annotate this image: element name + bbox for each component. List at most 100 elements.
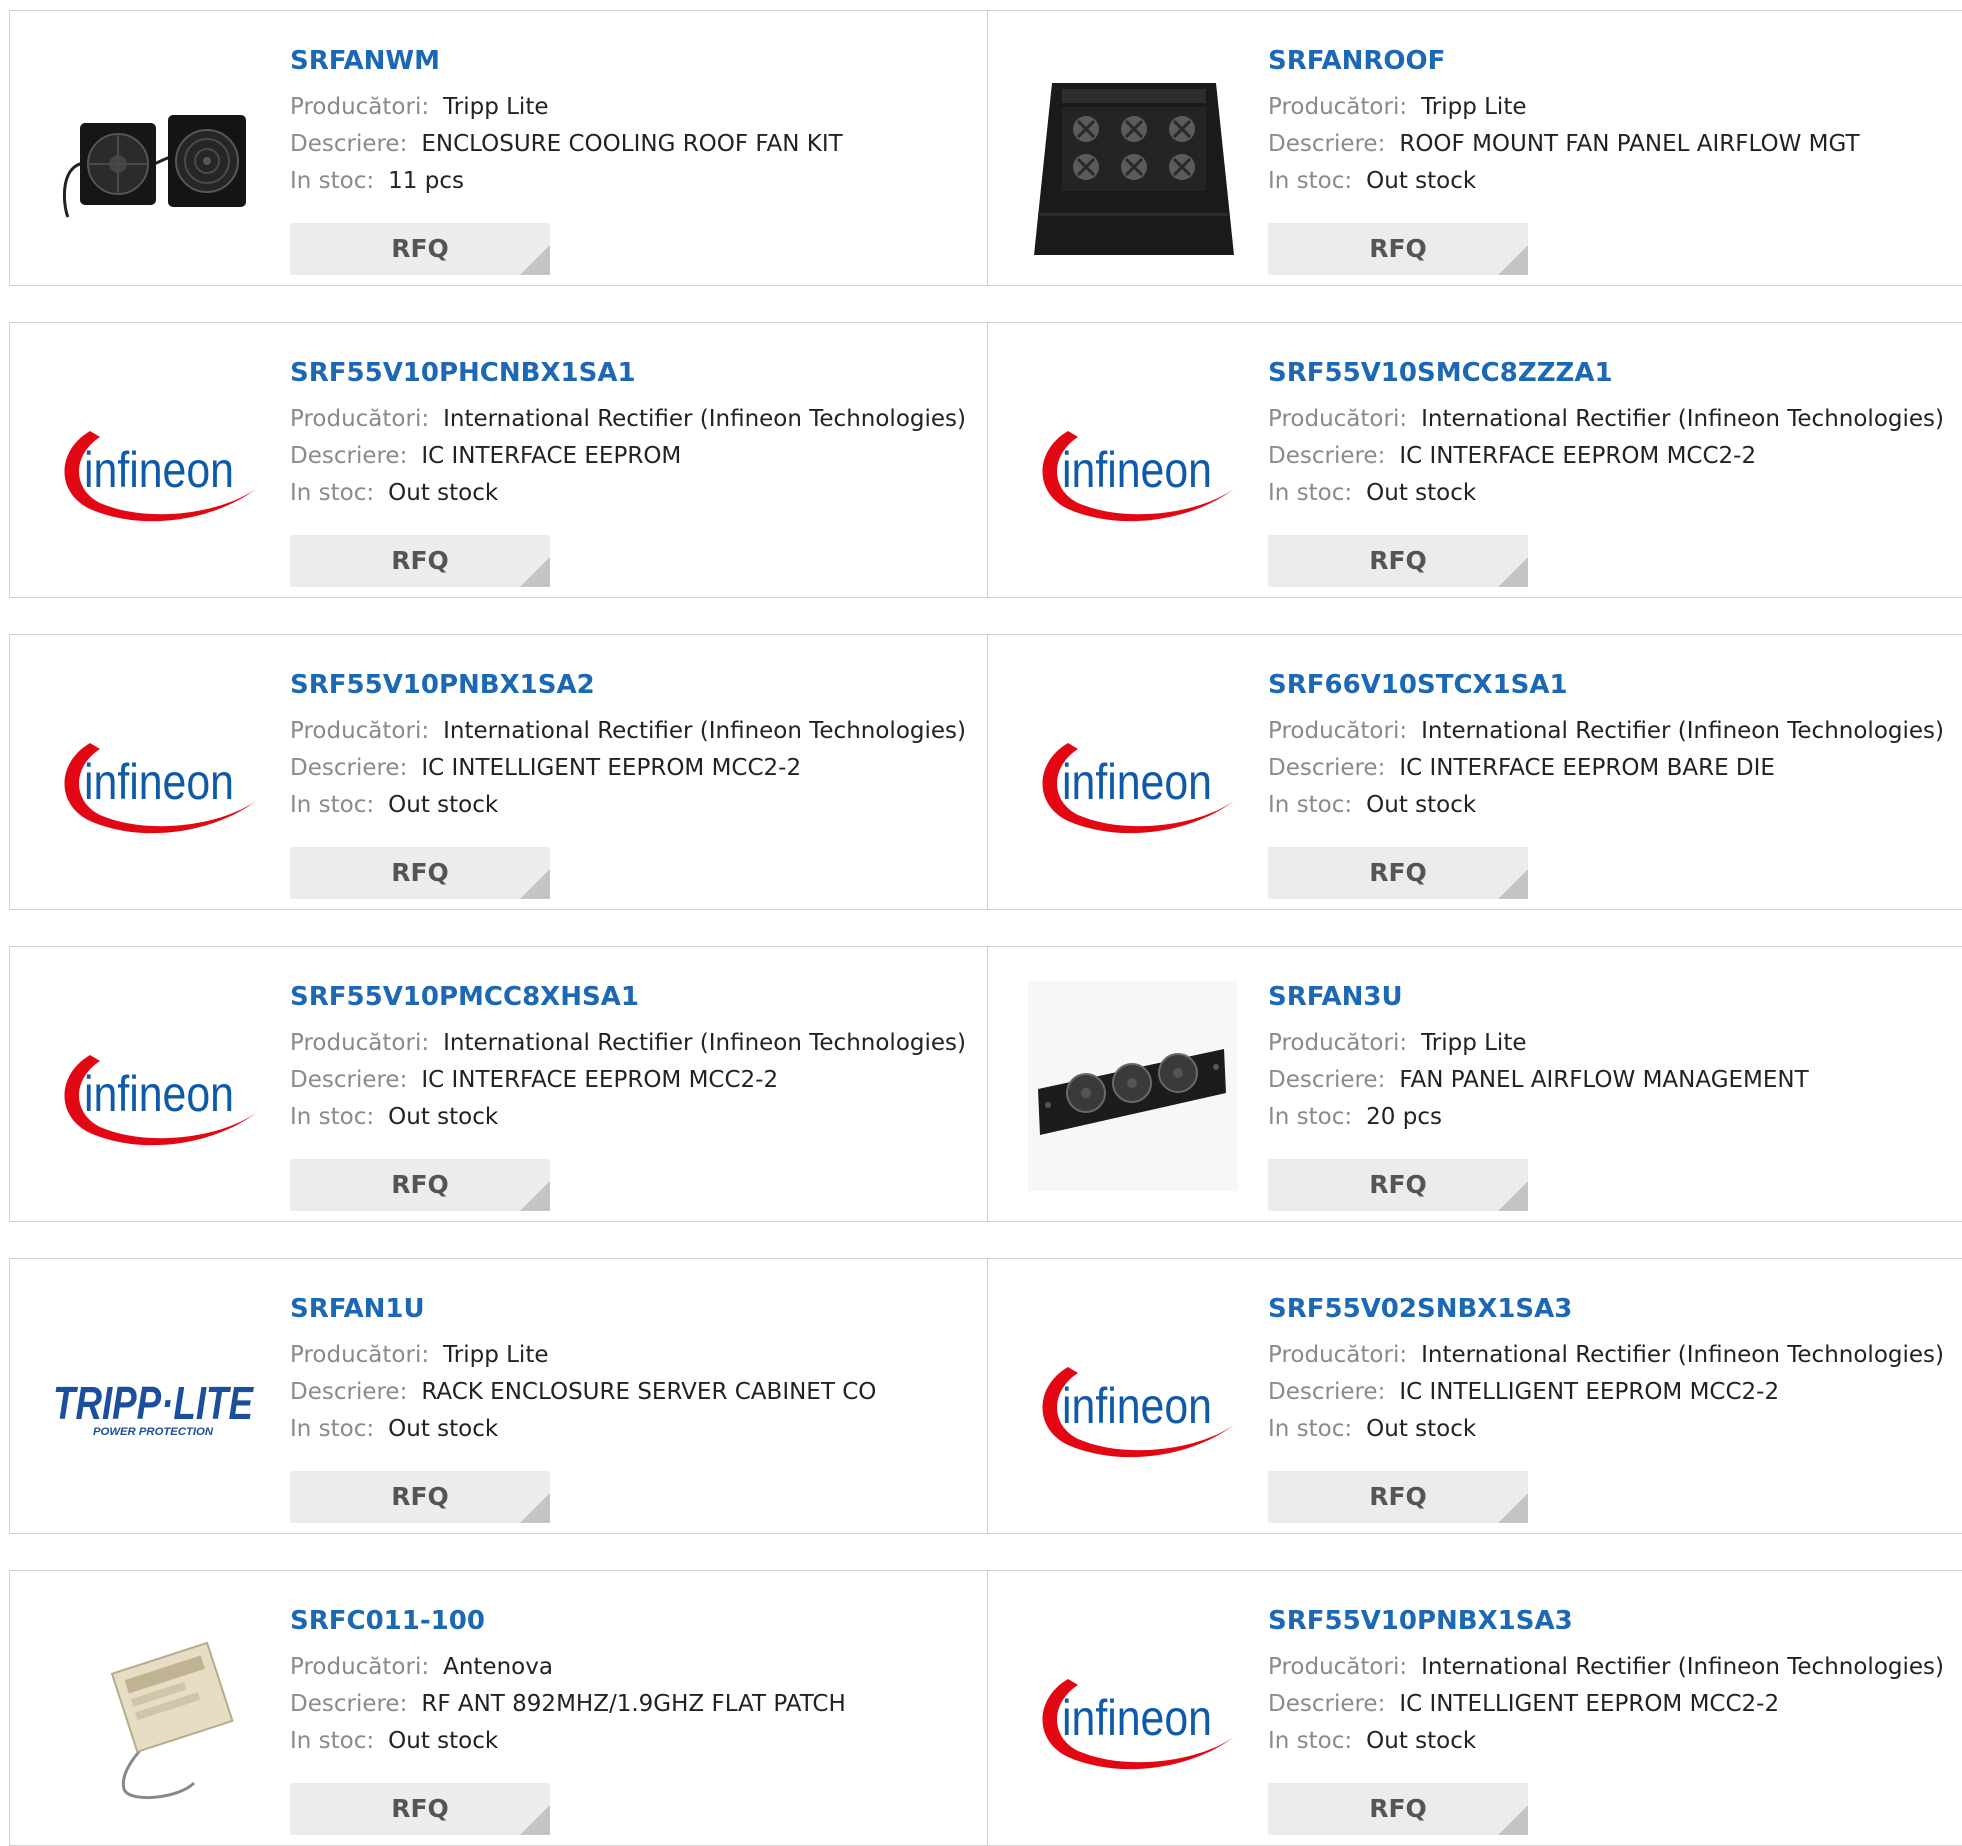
infineon-logo[interactable]: infineon: [1028, 357, 1238, 567]
infineon-logo[interactable]: infineon: [1028, 1293, 1238, 1503]
manufacturer-label: Producători:: [290, 1654, 430, 1680]
product-card: infineon SRF55V10PNBX1SA2 Producători: Inte…: [9, 634, 988, 910]
rfq-button-label: RFQ: [1369, 234, 1427, 263]
rfq-button[interactable]: RFQ: [1268, 535, 1528, 587]
product-info: SRF66V10STCX1SA1 Producători: Internationa…: [1268, 669, 1956, 899]
manufacturer-label: Producători:: [290, 94, 430, 120]
rfq-button[interactable]: RFQ: [290, 1159, 550, 1211]
corner-triangle-icon: [520, 1493, 550, 1523]
manufacturer-value: Tripp Lite: [443, 1342, 549, 1368]
stock-row: In stoc: Out stock: [290, 1723, 977, 1760]
product-part-number-link[interactable]: SRFANROOF: [1268, 45, 1956, 89]
description-value: ROOF MOUNT FAN PANEL AIRFLOW MGT: [1399, 131, 1860, 157]
stock-label: In stoc:: [290, 1416, 375, 1442]
stock-label: In stoc:: [1268, 168, 1353, 194]
stock-row: In stoc: Out stock: [1268, 1411, 1956, 1448]
rfq-button[interactable]: RFQ: [1268, 847, 1528, 899]
rfq-button[interactable]: RFQ: [290, 847, 550, 899]
product-part-number-link[interactable]: SRF55V10PNBX1SA2: [290, 669, 977, 713]
stock-label: In stoc:: [290, 1728, 375, 1754]
description-row: Descriere: IC INTERFACE EEPROM MCC2-2: [1268, 438, 1956, 475]
manufacturer-row: Producători: Tripp Lite: [290, 1337, 977, 1374]
rfq-button[interactable]: RFQ: [1268, 1471, 1528, 1523]
corner-triangle-icon: [1498, 1805, 1528, 1835]
product-card: infineon SRF55V02SNBX1SA3 Producători: Inte…: [987, 1258, 1962, 1534]
product-part-number-link[interactable]: SRF66V10STCX1SA1: [1268, 669, 1956, 713]
description-value: RACK ENCLOSURE SERVER CABINET CO: [421, 1379, 877, 1405]
flat-patch-antenna-image[interactable]: [50, 1605, 260, 1815]
product-card: infineon SRF55V10PHCNBX1SA1 Producători: In…: [9, 322, 988, 598]
rfq-button[interactable]: RFQ: [290, 535, 550, 587]
description-label: Descriere:: [290, 755, 408, 781]
manufacturer-label: Producători:: [1268, 406, 1408, 432]
stock-value: Out stock: [1366, 1728, 1477, 1754]
product-part-number-link[interactable]: SRFAN3U: [1268, 981, 1956, 1025]
product-grid: SRFANWM Producători: Tripp Lite Descriere: E…: [0, 0, 1962, 1846]
description-label: Descriere:: [290, 443, 408, 469]
stock-value: Out stock: [388, 1728, 499, 1754]
twin-fan-kit-image[interactable]: [50, 45, 260, 255]
stock-label: In stoc:: [1268, 1416, 1353, 1442]
product-part-number-link[interactable]: SRFC011-100: [290, 1605, 977, 1649]
product-info: SRFAN1U Producători: Tripp Lite Descriere: R…: [290, 1293, 977, 1523]
product-part-number-link[interactable]: SRFANWM: [290, 45, 977, 89]
stock-label: In stoc:: [290, 480, 375, 506]
description-row: Descriere: IC INTELLIGENT EEPROM MCC2-2: [1268, 1374, 1956, 1411]
manufacturer-label: Producători:: [1268, 94, 1408, 120]
stock-label: In stoc:: [1268, 1728, 1353, 1754]
description-label: Descriere:: [1268, 1379, 1386, 1405]
product-card: infineon SRF55V10PNBX1SA3 Producători: Inte…: [987, 1570, 1962, 1846]
product-info: SRF55V10PNBX1SA3 Producători: Internationa…: [1268, 1605, 1956, 1835]
rfq-button[interactable]: RFQ: [1268, 223, 1528, 275]
rfq-button-label: RFQ: [1369, 858, 1427, 887]
infineon-logo[interactable]: infineon: [50, 669, 260, 879]
description-row: Descriere: ROOF MOUNT FAN PANEL AIRFLOW M…: [1268, 126, 1956, 163]
rfq-button[interactable]: RFQ: [290, 223, 550, 275]
infineon-wordmark: infineon: [84, 754, 234, 810]
rfq-button[interactable]: RFQ: [290, 1471, 550, 1523]
product-part-number-link[interactable]: SRFAN1U: [290, 1293, 977, 1337]
manufacturer-value: International Rectifier (Infineon Techno…: [1421, 406, 1944, 432]
rfq-button[interactable]: RFQ: [1268, 1159, 1528, 1211]
stock-row: In stoc: Out stock: [1268, 1723, 1956, 1760]
infineon-wordmark: infineon: [1062, 1378, 1212, 1434]
product-part-number-link[interactable]: SRF55V10SMCC8ZZZA1: [1268, 357, 1956, 401]
roof-fan-panel-image[interactable]: [1028, 45, 1238, 255]
manufacturer-row: Producători: International Rectifier (Inf…: [290, 401, 977, 438]
rfq-button[interactable]: RFQ: [1268, 1783, 1528, 1835]
corner-triangle-icon: [1498, 245, 1528, 275]
manufacturer-label: Producători:: [290, 718, 430, 744]
manufacturer-row: Producători: International Rectifier (Inf…: [1268, 713, 1956, 750]
product-info: SRFANWM Producători: Tripp Lite Descriere: E…: [290, 45, 977, 275]
stock-label: In stoc:: [290, 1104, 375, 1130]
product-part-number-link[interactable]: SRF55V02SNBX1SA3: [1268, 1293, 1956, 1337]
product-info: SRF55V10PNBX1SA2 Producători: Internationa…: [290, 669, 977, 899]
tripp-lite-logo[interactable]: TRIPP·LITE POWER PROTECTION: [50, 1293, 260, 1503]
product-card: infineon SRF55V10PMCC8XHSA1 Producători: In…: [9, 946, 988, 1222]
infineon-logo[interactable]: infineon: [50, 981, 260, 1191]
stock-value: Out stock: [388, 1104, 499, 1130]
stock-label: In stoc:: [1268, 480, 1353, 506]
product-card: TRIPP·LITE POWER PROTECTION SRFAN1U Producă…: [9, 1258, 988, 1534]
product-part-number-link[interactable]: SRF55V10PMCC8XHSA1: [290, 981, 977, 1025]
description-value: ENCLOSURE COOLING ROOF FAN KIT: [421, 131, 843, 157]
stock-row: In stoc: Out stock: [1268, 475, 1956, 512]
product-part-number-link[interactable]: SRF55V10PHCNBX1SA1: [290, 357, 977, 401]
infineon-logo[interactable]: infineon: [1028, 669, 1238, 879]
product-card: SRFC011-100 Producători: Antenova Descriere…: [9, 1570, 988, 1846]
description-label: Descriere:: [290, 1691, 408, 1717]
manufacturer-label: Producători:: [1268, 1654, 1408, 1680]
rfq-button-label: RFQ: [391, 858, 449, 887]
infineon-logo[interactable]: infineon: [50, 357, 260, 567]
description-label: Descriere:: [290, 131, 408, 157]
description-value: IC INTERFACE EEPROM MCC2-2: [1399, 443, 1757, 469]
rfq-button-label: RFQ: [391, 1482, 449, 1511]
rack-fan-panel-image[interactable]: [1028, 981, 1238, 1191]
product-part-number-link[interactable]: SRF55V10PNBX1SA3: [1268, 1605, 1956, 1649]
rfq-button[interactable]: RFQ: [290, 1783, 550, 1835]
product-info: SRF55V10PMCC8XHSA1 Producători: Internatio…: [290, 981, 977, 1211]
stock-value: Out stock: [1366, 168, 1477, 194]
stock-label: In stoc:: [1268, 1104, 1353, 1130]
infineon-logo[interactable]: infineon: [1028, 1605, 1238, 1815]
manufacturer-row: Producători: International Rectifier (Inf…: [290, 713, 977, 750]
